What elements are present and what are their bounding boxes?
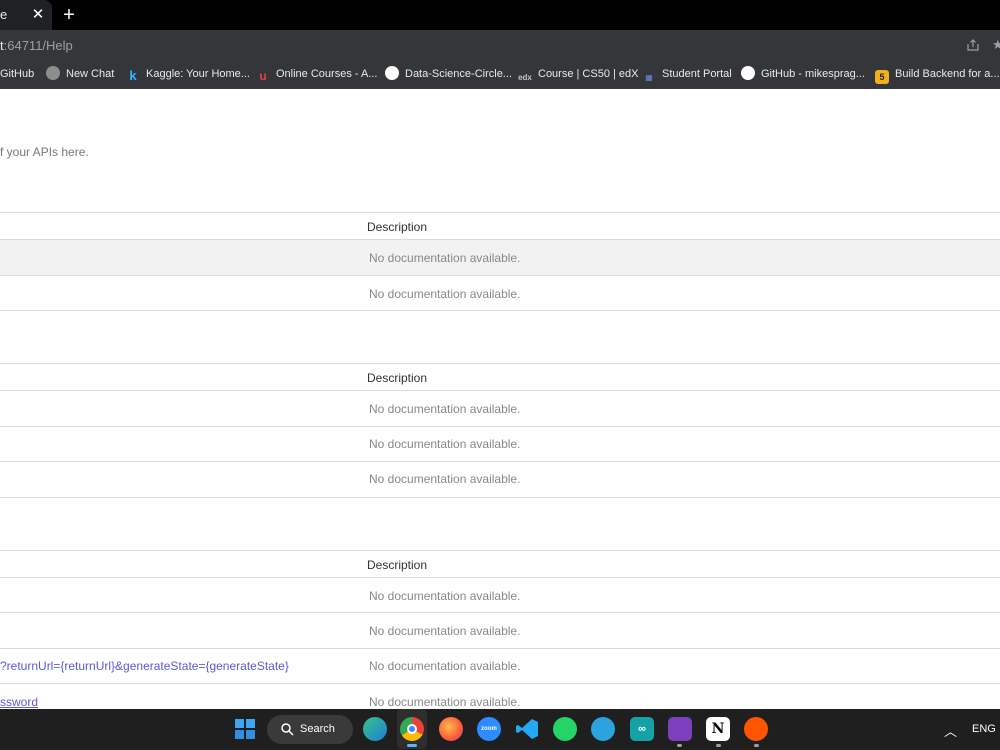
api-link[interactable]: ?returnUrl={returnUrl}&generateState={ge…: [0, 659, 289, 673]
tab-strip: e ✕ +: [0, 0, 1000, 30]
description-cell: No documentation available.: [369, 437, 521, 451]
chevron-up-icon[interactable]: ︿: [944, 721, 957, 740]
bookmark-online-courses[interactable]: u Online Courses - A...: [256, 66, 378, 83]
bookmark-label: GitHub - mikesprag...: [761, 68, 865, 80]
description-cell: No documentation available.: [369, 695, 521, 709]
description-header: Description: [367, 220, 428, 234]
description-cell: No documentation available.: [369, 472, 521, 486]
intro-text: f your APIs here.: [0, 145, 89, 159]
help-page: f your APIs here. Description No documen…: [0, 89, 1000, 709]
taskbar-search[interactable]: Search: [267, 715, 353, 744]
table-row: No documentation available.: [0, 276, 1000, 311]
edx-icon: edx: [518, 73, 532, 82]
arduino-icon[interactable]: ∞: [630, 717, 654, 741]
visual-studio-running-indicator: [677, 744, 682, 747]
telegram-icon[interactable]: [591, 717, 615, 741]
chrome-icon[interactable]: [400, 717, 424, 741]
whatsapp-icon[interactable]: [553, 717, 577, 741]
bookmark-label: Kaggle: Your Home...: [146, 68, 250, 80]
language-indicator[interactable]: ENG: [972, 723, 996, 735]
description-cell: No documentation available.: [369, 624, 521, 638]
firefox-icon[interactable]: [439, 717, 463, 741]
table-row: No documentation available.: [0, 613, 1000, 648]
bookmark-label: Build Backend for a...: [895, 68, 1000, 80]
url-field[interactable]: t:64711/Help: [0, 38, 73, 53]
tab-title: e: [0, 7, 8, 22]
table-divider: [0, 550, 1000, 551]
windows-start-icon[interactable]: [233, 717, 257, 741]
bookmark-github-mikesprag[interactable]: GitHub - mikesprag...: [741, 66, 865, 82]
bookmark-data-science-circle[interactable]: Data-Science-Circle...: [385, 66, 512, 82]
table-row: ?returnUrl={returnUrl}&generateState={ge…: [0, 649, 1000, 684]
search-icon: [281, 723, 294, 736]
bookmark-student-portal[interactable]: ▦ Student Portal: [642, 66, 732, 82]
bookmark-5-icon: 5: [875, 70, 889, 84]
table-row: No documentation available.: [0, 427, 1000, 462]
description-cell: No documentation available.: [369, 402, 521, 416]
address-bar: t:64711/Help ★: [0, 30, 1000, 60]
bookmark-label: Course | CS50 | edX: [538, 68, 639, 80]
notion-icon-label: N: [711, 721, 725, 737]
bookmark-label: Online Courses - A...: [276, 68, 378, 80]
soundcloud-running-indicator: [754, 744, 759, 747]
bookmark-label: Data-Science-Circle...: [405, 68, 512, 80]
zoom-icon[interactable]: zoom: [477, 717, 501, 741]
notion-running-indicator: [716, 744, 721, 747]
bookmark-build-backend[interactable]: 5 Build Backend for a...: [875, 66, 1000, 84]
new-tab-button[interactable]: +: [58, 2, 80, 28]
taskbar: Search zoom ∞ N ︿ ENG: [0, 709, 1000, 750]
bookmark-label: Student Portal: [662, 68, 732, 80]
bookmark-cs50-edx[interactable]: edx Course | CS50 | edX: [518, 66, 639, 82]
chatgpt-icon: [46, 66, 60, 80]
github-icon: [385, 66, 399, 80]
bookmark-label: GitHub: [0, 68, 35, 80]
soundcloud-icon[interactable]: [744, 717, 768, 741]
search-label: Search: [300, 723, 335, 735]
tab-close-button[interactable]: ✕: [28, 4, 48, 26]
bookmark-label: New Chat: [66, 68, 115, 80]
table-divider: [0, 212, 1000, 213]
bookmark-new-chat[interactable]: New Chat: [46, 66, 114, 82]
edge-icon[interactable]: [363, 717, 387, 741]
bookmark-star-icon[interactable]: ★: [992, 37, 1000, 52]
zoom-icon-label: zoom: [481, 726, 497, 732]
kaggle-icon: k: [129, 68, 137, 83]
active-tab[interactable]: e ✕: [0, 0, 52, 30]
table-row: No documentation available.: [0, 578, 1000, 613]
table-row: ssword No documentation available.: [0, 684, 1000, 709]
table-row: No documentation available.: [0, 240, 1000, 275]
description-cell: No documentation available.: [369, 659, 521, 673]
description-cell: No documentation available.: [369, 287, 521, 301]
portal-icon: ▦: [645, 73, 653, 82]
description-header: Description: [367, 558, 428, 572]
table-divider: [0, 310, 1000, 311]
visual-studio-icon[interactable]: [668, 717, 692, 741]
table-row: No documentation available.: [0, 462, 1000, 497]
bookmark-github[interactable]: GitHub: [0, 66, 34, 82]
table-divider: [0, 497, 1000, 498]
bookmark-kaggle[interactable]: k Kaggle: Your Home...: [126, 66, 250, 83]
api-link[interactable]: ssword: [0, 695, 38, 709]
description-cell: No documentation available.: [369, 251, 521, 265]
description-header: Description: [367, 371, 428, 385]
description-cell: No documentation available.: [369, 589, 521, 603]
url-path: :64711/Help: [3, 38, 73, 53]
table-divider: [0, 363, 1000, 364]
vscode-icon[interactable]: [515, 717, 539, 741]
chrome-running-indicator: [407, 744, 417, 747]
table-row: No documentation available.: [0, 391, 1000, 426]
share-icon[interactable]: [966, 38, 980, 52]
udemy-icon: u: [259, 69, 267, 83]
github-icon: [741, 66, 755, 80]
notion-icon[interactable]: N: [706, 717, 730, 741]
bookmarks-bar: GitHub New Chat k Kaggle: Your Home... uO…: [0, 60, 1000, 89]
